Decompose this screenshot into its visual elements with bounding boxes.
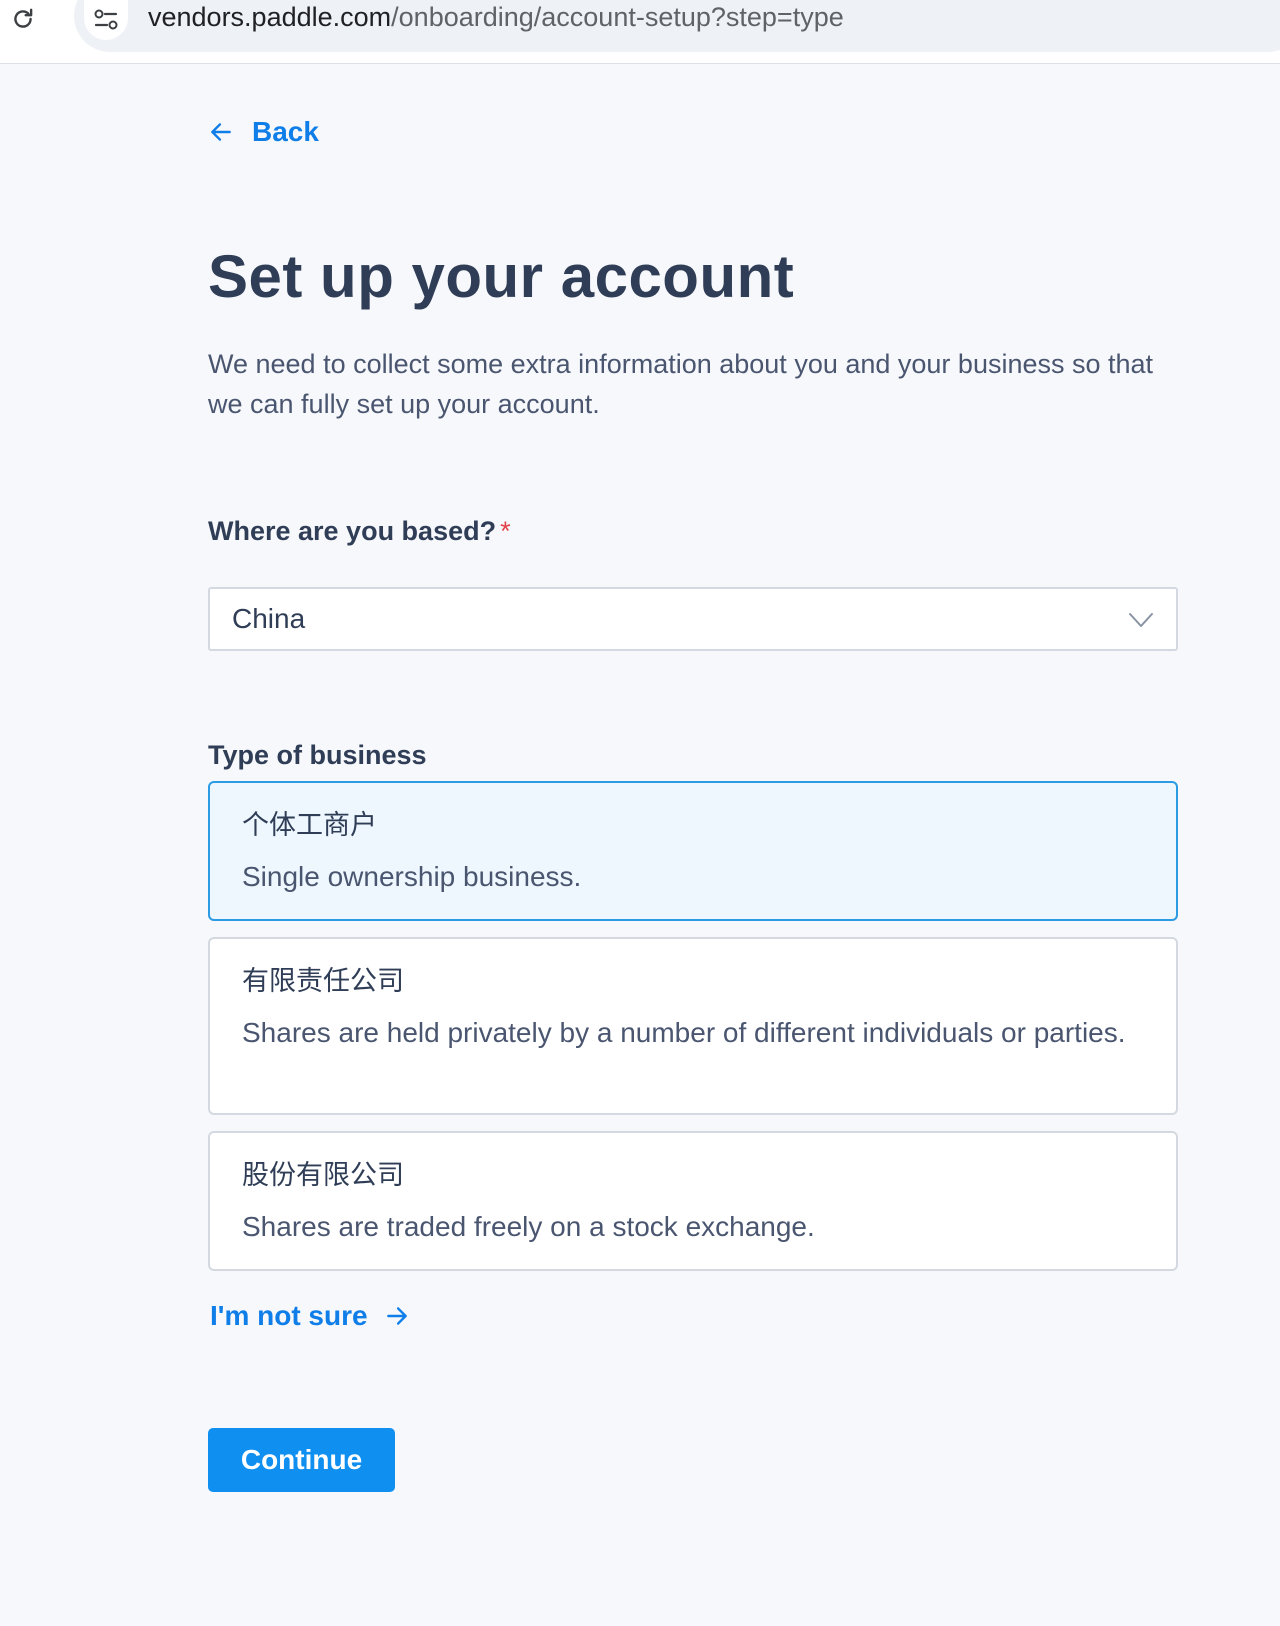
business-type-option-joint-stock[interactable]: 股份有限公司 Shares are traded freely on a sto… bbox=[208, 1131, 1178, 1271]
back-link[interactable]: Back bbox=[208, 116, 319, 148]
country-select-value: China bbox=[232, 603, 306, 634]
option-title: 个体工商户 bbox=[242, 810, 377, 841]
url-host: vendors.paddle.com bbox=[148, 2, 392, 32]
url-path: /onboarding/account-setup?step=type bbox=[391, 2, 844, 32]
location-label-text: Where are you based? bbox=[208, 516, 497, 546]
page-title: Set up your account bbox=[208, 243, 795, 310]
intro-text: We need to collect some extra informatio… bbox=[208, 349, 1154, 419]
arrow-right-icon bbox=[384, 1303, 410, 1329]
option-description: Single ownership business. bbox=[242, 861, 582, 892]
arrow-left-icon bbox=[208, 119, 234, 145]
option-title: 股份有限公司 bbox=[242, 1160, 404, 1191]
business-type-option-sole-proprietor[interactable]: 个体工商户 Single ownership business. bbox=[208, 781, 1178, 921]
option-title: 有限责任公司 bbox=[242, 966, 404, 997]
reload-icon[interactable] bbox=[8, 4, 38, 34]
browser-toolbar: vendors.paddle.com/onboarding/account-se… bbox=[0, 0, 1280, 64]
option-description: Shares are held privately by a number of… bbox=[242, 1017, 1126, 1048]
business-type-label: Type of business bbox=[208, 740, 427, 770]
back-label: Back bbox=[252, 116, 319, 147]
option-description: Shares are traded freely on a stock exch… bbox=[242, 1211, 815, 1242]
chevron-down-icon bbox=[1128, 607, 1154, 633]
location-label: Where are you based? * bbox=[208, 516, 511, 547]
business-type-option-limited-liability[interactable]: 有限责任公司 Shares are held privately by a nu… bbox=[208, 937, 1178, 1115]
not-sure-label: I'm not sure bbox=[210, 1300, 368, 1331]
continue-button[interactable]: Continue bbox=[208, 1428, 395, 1492]
required-marker: * bbox=[500, 516, 511, 546]
country-select[interactable]: China bbox=[208, 587, 1178, 651]
not-sure-link[interactable]: I'm not sure bbox=[210, 1300, 410, 1332]
url-text[interactable]: vendors.paddle.com/onboarding/account-se… bbox=[148, 2, 844, 33]
